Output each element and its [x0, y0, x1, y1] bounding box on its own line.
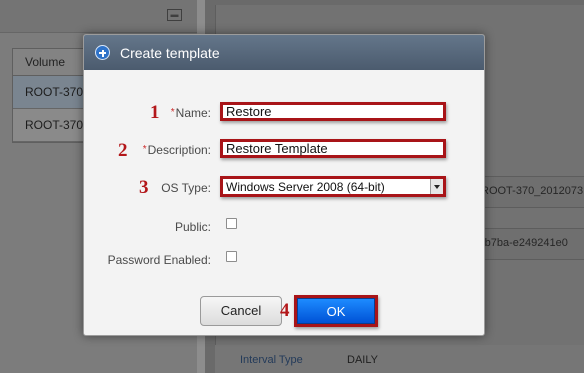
password-enabled-row: Password Enabled:	[84, 250, 484, 272]
public-checkbox[interactable]	[226, 218, 237, 229]
password-enabled-label: Password Enabled:	[107, 253, 211, 267]
background-detail-value: -b7ba-e249241e0	[481, 237, 568, 249]
required-marker: *	[170, 107, 175, 118]
dialog-title: Create template	[120, 44, 220, 61]
annotation-step-4: 4	[280, 300, 290, 321]
name-label: *Name:	[170, 106, 211, 120]
public-label: Public:	[174, 220, 211, 234]
name-input[interactable]: Restore	[220, 102, 446, 121]
interval-type-value: DAILY	[347, 354, 378, 366]
ok-button-highlight: OK	[294, 295, 378, 327]
description-input[interactable]: Restore Template	[220, 139, 446, 158]
description-label: *Description:	[142, 143, 211, 157]
background-detail-value: ROOT-370_20120731	[481, 185, 584, 197]
interval-type-label: Interval Type	[240, 354, 303, 366]
public-row: Public:	[84, 217, 484, 239]
cancel-button[interactable]: Cancel	[200, 296, 282, 326]
ok-button[interactable]: OK	[297, 298, 375, 324]
collapse-panel-icon[interactable]: ▬	[167, 9, 182, 21]
required-marker: *	[142, 144, 147, 155]
password-enabled-checkbox[interactable]	[226, 251, 237, 262]
os-type-selected-value: Windows Server 2008 (64-bit)	[226, 180, 385, 194]
plus-circle-icon	[95, 45, 110, 60]
chevron-down-icon[interactable]	[430, 179, 443, 194]
os-type-label: OS Type:	[161, 181, 211, 195]
create-template-dialog: Create template 1 *Name: Restore 2 *Desc…	[83, 34, 485, 336]
os-type-select[interactable]: Windows Server 2008 (64-bit)	[220, 176, 446, 197]
dialog-title-bar: Create template	[84, 35, 484, 70]
